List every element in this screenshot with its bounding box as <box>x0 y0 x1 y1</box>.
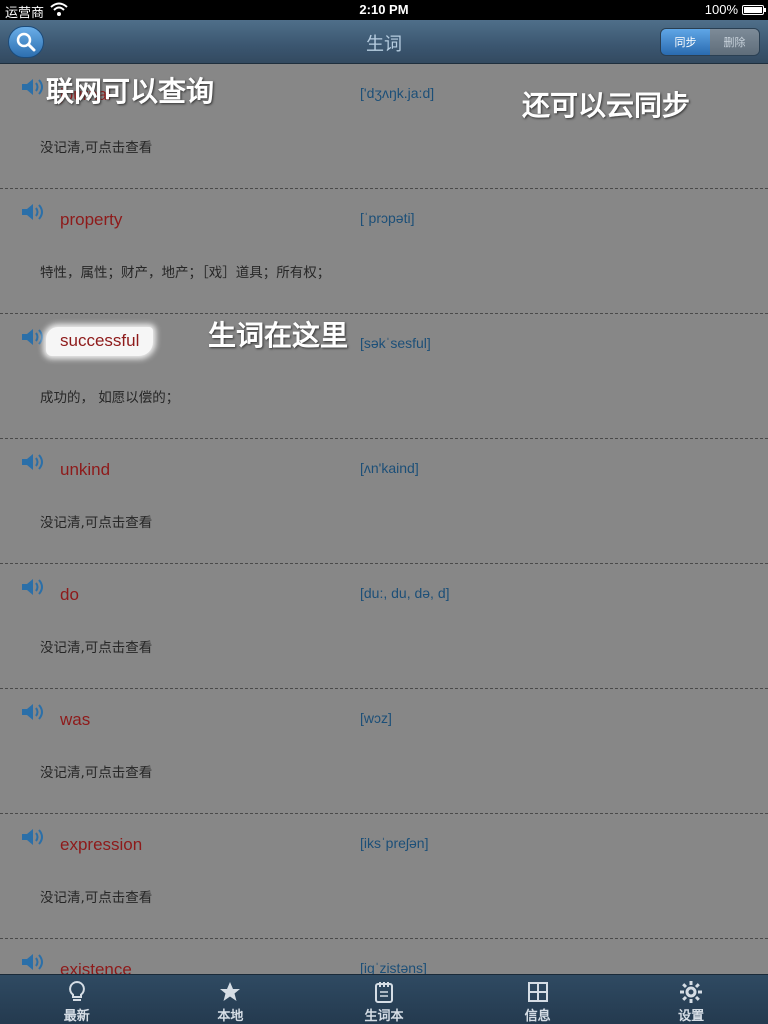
speaker-icon[interactable] <box>20 577 44 597</box>
word-row[interactable]: expression [iksˈpreʃən] 没记清,可点击查看 <box>0 814 768 939</box>
word-text: property <box>60 210 123 229</box>
word-phonetic: ['dʒʌŋk.ja:d] <box>360 85 435 101</box>
tab-label: 设置 <box>678 1009 705 1024</box>
speaker-icon[interactable] <box>20 952 44 972</box>
tab-label: 最新 <box>63 1009 90 1024</box>
grid-icon <box>526 980 550 1004</box>
tab-info[interactable]: 信息 <box>461 975 615 1024</box>
word-text: was <box>60 710 91 729</box>
word-definition: 没记清,可点击查看 <box>40 515 153 531</box>
tab-local[interactable]: 本地 <box>154 975 308 1024</box>
speaker-icon[interactable] <box>20 827 44 847</box>
word-definition: 没记清,可点击查看 <box>40 140 153 156</box>
word-phonetic: [igˈzistəns] <box>360 960 427 974</box>
word-definition: 没记清,可点击查看 <box>40 765 153 781</box>
word-row[interactable]: do [du:, du, də, d] 没记清,可点击查看 <box>0 564 768 689</box>
word-definition: 特性，属性；财产，地产；［戏］道具；所有权； <box>40 265 331 281</box>
tab-vocabulary[interactable]: 生词本 <box>307 975 461 1024</box>
word-list: journal ['dʒʌŋk.ja:d] 没记清,可点击查看 property… <box>0 64 768 974</box>
word-row[interactable]: successful [səkˈsesful] 成功的， 如愿以偿的； <box>0 314 768 439</box>
caption-online-lookup: 联网可以查询 <box>46 75 215 108</box>
word-text: existence <box>60 960 132 974</box>
sync-button[interactable]: 同步 <box>661 29 710 55</box>
status-time: 2:10 PM <box>359 2 409 17</box>
speaker-icon[interactable] <box>20 77 44 97</box>
word-phonetic: [səkˈsesful] <box>360 335 431 351</box>
word-definition: 成功的， 如愿以偿的； <box>40 390 180 406</box>
word-phonetic: [du:, du, də, d] <box>360 585 450 601</box>
tab-latest[interactable]: 最新 <box>0 975 154 1024</box>
caption-words-here: 生词在这里 <box>208 319 349 352</box>
speaker-icon[interactable] <box>20 327 44 347</box>
word-text: expression <box>60 835 143 854</box>
word-text: successful <box>46 327 154 356</box>
battery-percent: 100% <box>704 2 738 17</box>
delete-button[interactable]: 删除 <box>710 29 759 55</box>
word-text: do <box>60 585 79 604</box>
word-row[interactable]: unkind [ʌn'kaind] 没记清,可点击查看 <box>0 439 768 564</box>
gear-icon <box>679 980 703 1004</box>
tab-label: 生词本 <box>364 1009 404 1024</box>
nav-bar: 生词 同步 删除 <box>0 20 768 64</box>
speaker-icon[interactable] <box>20 452 44 472</box>
word-definition: 没记清,可点击查看 <box>40 640 153 656</box>
notebook-icon <box>372 980 396 1004</box>
word-row[interactable]: was [wɔz] 没记清,可点击查看 <box>0 689 768 814</box>
word-row[interactable]: property [ˈprɔpəti] 特性，属性；财产，地产；［戏］道具；所有… <box>0 189 768 314</box>
word-text: unkind <box>60 460 111 479</box>
battery-icon <box>742 5 766 15</box>
sync-delete-segmented-control: 同步 删除 <box>660 28 760 56</box>
tab-settings[interactable]: 设置 <box>614 975 768 1024</box>
speaker-icon[interactable] <box>20 202 44 222</box>
word-phonetic: [ˈprɔpəti] <box>360 210 415 226</box>
tab-label: 信息 <box>524 1009 551 1024</box>
speaker-icon[interactable] <box>20 702 44 722</box>
word-phonetic: [iksˈpreʃən] <box>360 835 429 851</box>
caption-cloud-sync: 还可以云同步 <box>522 89 691 122</box>
tab-bar: 最新 本地 生词本 信息 设置 <box>0 974 768 1024</box>
word-row[interactable]: existence [igˈzistəns] <box>0 939 768 974</box>
lightbulb-icon <box>65 980 89 1004</box>
word-phonetic: [wɔz] <box>360 710 392 726</box>
page-title: 生词 <box>366 34 402 55</box>
word-definition: 没记清,可点击查看 <box>40 890 153 906</box>
status-bar: 运营商 2:10 PM 100% <box>0 0 768 20</box>
star-icon <box>218 980 242 1004</box>
tab-label: 本地 <box>217 1009 244 1024</box>
word-phonetic: [ʌn'kaind] <box>360 460 419 476</box>
